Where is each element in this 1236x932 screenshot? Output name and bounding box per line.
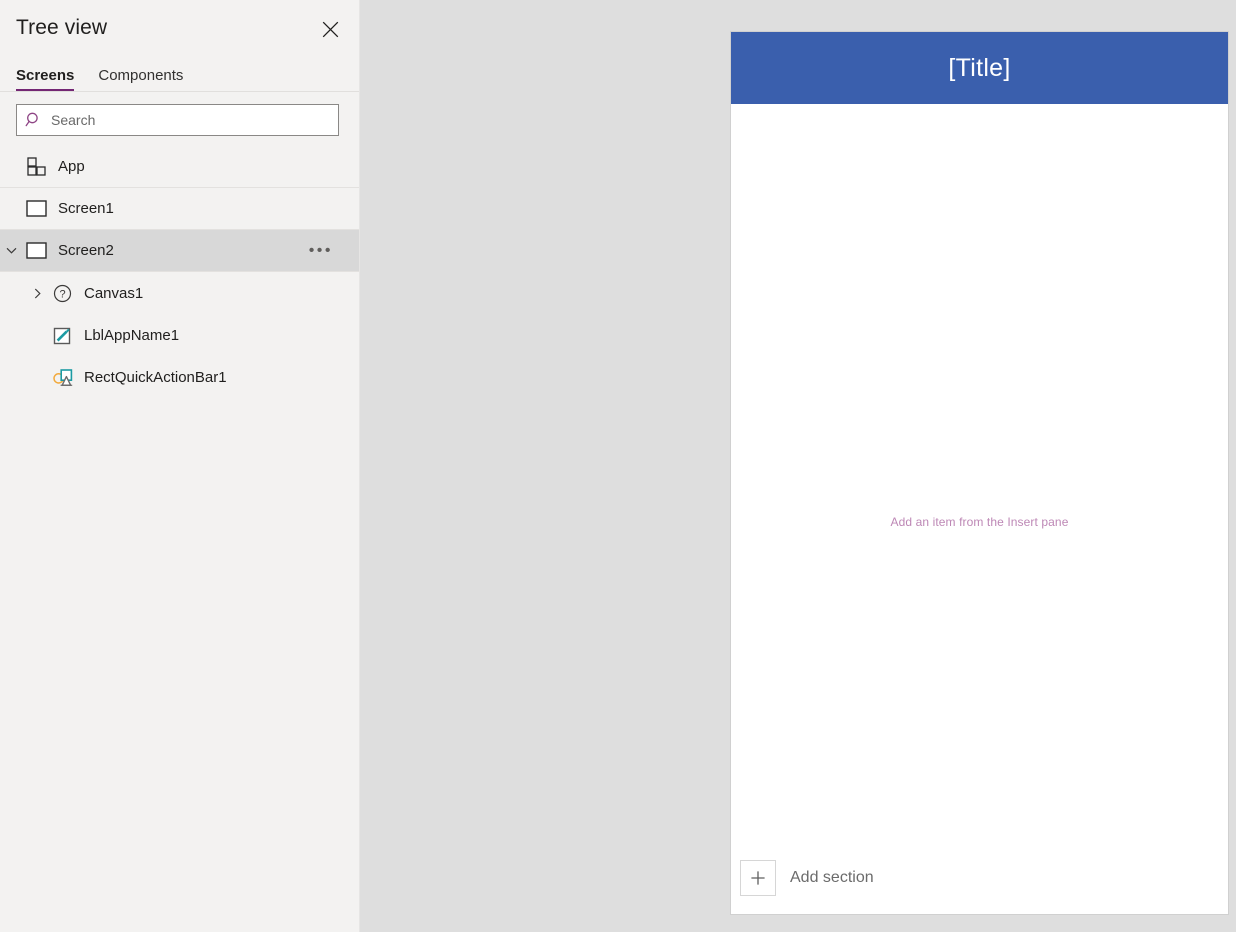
tree-item-app[interactable]: App (0, 146, 359, 188)
chevron-down-icon[interactable] (0, 244, 22, 257)
svg-text:?: ? (59, 288, 65, 300)
tree-item-label: Canvas1 (84, 284, 144, 302)
screen-body[interactable]: Add an item from the Insert pane (731, 104, 1228, 842)
screen-rect-icon (22, 200, 50, 217)
add-section-label[interactable]: Add section (790, 869, 874, 887)
tree-item-label: App (58, 158, 85, 175)
question-circle-icon: ? (48, 284, 76, 303)
tree-item-label: LblAppName1 (84, 326, 180, 344)
tree-list: App Screen1 Screen2 ••• ? Canvas1 LblApp… (0, 146, 359, 398)
tree-item-lblappname1[interactable]: LblAppName1 (0, 314, 359, 356)
tree-item-label: Screen2 (58, 242, 114, 259)
tree-view-tabs: Screens Components (0, 56, 359, 92)
canvas-area: [Title] Add an item from the Insert pane… (361, 0, 1236, 932)
page-title: Tree view (16, 16, 108, 39)
plus-icon[interactable] (740, 860, 776, 896)
screen-title-bar[interactable]: [Title] (731, 32, 1228, 104)
tree-view-header: Tree view (0, 0, 359, 56)
screen-preview[interactable]: [Title] Add an item from the Insert pane… (730, 31, 1229, 915)
power-apps-studio: Tree view Screens Components Search App … (0, 0, 1236, 932)
search-input[interactable] (51, 112, 338, 128)
empty-canvas-hint: Add an item from the Insert pane (890, 515, 1069, 529)
search-box[interactable] (16, 104, 339, 136)
tree-item-label: Screen1 (58, 200, 114, 217)
shapes-icon (48, 368, 76, 387)
tree-item-canvas1[interactable]: ? Canvas1 (0, 272, 359, 314)
tab-components[interactable]: Components (98, 67, 183, 91)
tree-item-rectquickactionbar1[interactable]: RectQuickActionBar1 (0, 356, 359, 398)
tree-view-panel: Tree view Screens Components Search App … (0, 0, 360, 932)
app-grid-icon (22, 157, 50, 176)
chevron-right-icon[interactable] (26, 287, 48, 300)
tree-item-screen1[interactable]: Screen1 (0, 188, 359, 230)
screen-rect-icon (22, 242, 50, 259)
tree-item-label: RectQuickActionBar1 (84, 368, 227, 386)
search-container (0, 92, 359, 146)
tab-screens[interactable]: Screens (16, 67, 75, 91)
add-section-row[interactable]: Add section (731, 842, 1228, 914)
more-options-button[interactable]: ••• (309, 242, 333, 259)
screen-title-label: [Title] (948, 53, 1011, 82)
label-pencil-icon (48, 326, 76, 345)
search-icon (17, 111, 51, 129)
close-icon[interactable] (315, 14, 345, 44)
tree-item-screen2[interactable]: Screen2 ••• (0, 230, 359, 272)
